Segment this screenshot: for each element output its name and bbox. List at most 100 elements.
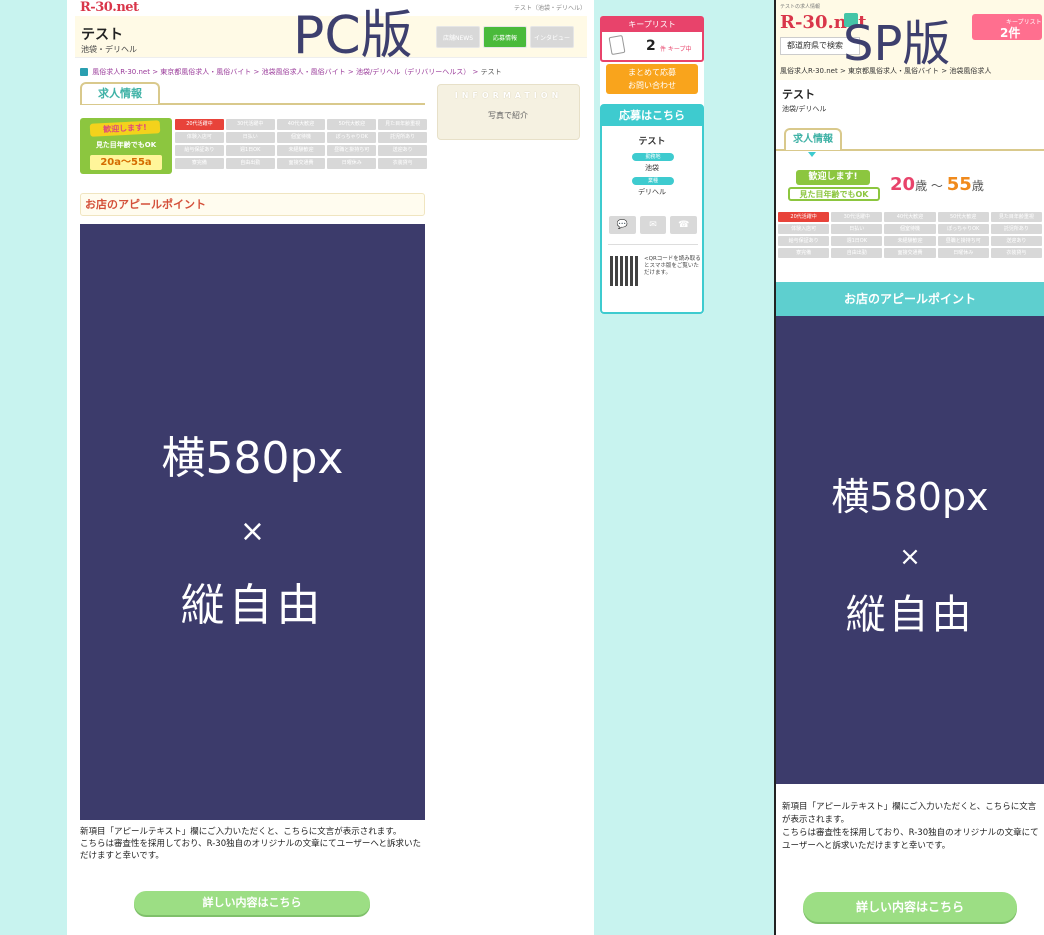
phone-icon[interactable]: ☎ [670,216,698,234]
information-title: INFORMATION [454,91,563,100]
feature-tag: 自由出勤 [225,158,275,169]
sp-details-button[interactable]: 詳しい内容はこちら [803,892,1017,922]
site-logo[interactable]: R-30.net [80,0,139,15]
shop-subtitle: 池袋・デリヘル [81,45,137,54]
feature-tag: 給与保証あり [175,145,224,156]
pc-sidebar: キープリスト 2 件 キープ中 まとめて応募 お問い合わせ 応募はこちら テスト… [600,16,704,314]
tab-application-info[interactable]: 応募情報 [483,26,527,48]
feature-tag: 寮完備 [778,248,830,258]
keep-list-label: キープリスト [602,18,702,32]
feature-tag: 日曜休み [327,158,377,169]
area-label: 勤務地 [632,153,674,161]
feature-tag: 未経験歓迎 [884,236,936,246]
bulk-apply-line1: まとめて応募 [628,68,676,77]
clipboard-icon [608,34,626,56]
age-from: 20 [890,174,916,195]
appeal-heading: お店のアピールポイント [80,193,425,216]
feature-tag: 面接交通費 [884,248,936,258]
divider [608,244,698,245]
pc-preview: R-30.net テスト（池袋・デリヘル） テスト 池袋・デリヘル 店舗NEWS… [67,0,594,935]
apply-box: 応募はこちら テスト 勤務地 池袋 業種 デリヘル 💬 ✉ ☎ <QRコードを読… [600,104,704,314]
sp-keep-count: 2件 [1000,26,1021,40]
feature-tag: 個室待機 [884,224,936,234]
age-to: 55 [946,174,972,195]
apply-title: 応募はこちら [602,106,702,126]
feature-tag: 30代活躍中 [225,119,275,130]
bulk-apply-button[interactable]: まとめて応募 お問い合わせ [606,64,698,94]
feature-tag: 送迎あり [990,236,1042,246]
feature-tag: 面接交通費 [276,158,326,169]
sp-preview: テストの求人情報 R-30.net 都道府県で検索 キープリスト 2件 風俗求人… [776,0,1044,935]
sp-shop-subtitle: 池袋/デリヘル [782,105,827,113]
feature-tag: 昼職と掛持ち可 [327,145,377,156]
feature-tag: 週1日OK [225,145,275,156]
sp-top-line: テストの求人情報 [780,4,821,10]
sp-appeal-image-placeholder: 横580px × 縦自由 [776,316,1044,784]
keep-list-box[interactable]: キープリスト 2 件 キープ中 [600,16,704,62]
feature-tag: ぽっちゃりOK [327,132,377,143]
breadcrumb-link[interactable]: 東京都風俗求人・風俗バイト [160,68,251,76]
shop-title: テスト [81,27,123,43]
breadcrumb: 風俗求人R-30.net > 東京都風俗求人・風俗バイト > 池袋風俗求人・風俗… [80,67,502,77]
welcome-banner: 歓迎します! 見た目年齢でもOK 20a～55a [80,118,172,174]
feature-tag: 日曜休み [937,248,989,258]
line-icon[interactable]: 💬 [609,216,636,234]
age-to-unit: 歳 [971,179,984,193]
age-separator: ～ [930,179,943,193]
feature-tag: 20代活躍中 [778,212,830,222]
feature-tag: 見た目年齢重視 [378,119,427,130]
tab-shop-news[interactable]: 店舗NEWS [436,26,480,48]
placeholder-height: 縦自由 [845,592,975,638]
welcome-ages: 20a～55a [90,155,162,170]
feature-tag: 昼職と掛持ち可 [937,236,989,246]
feature-tag: 自由出勤 [831,248,883,258]
feature-tag: 50代大歓迎 [327,119,377,130]
tab-pointer-icon [808,152,816,157]
breadcrumb-link[interactable]: 池袋/デリヘル（デリバリーヘルス） [356,68,470,76]
welcome-ribbon: 歓迎します! [89,120,161,137]
placeholder-times: × [239,514,266,549]
contact-buttons: 💬 ✉ ☎ [609,216,698,234]
apply-shop-name: テスト [638,137,666,147]
type-value: デリヘル [638,188,666,196]
feature-tag: 託児所あり [378,132,427,143]
type-label: 業種 [632,177,674,185]
placeholder-height: 縦自由 [180,580,325,631]
feature-tag: 送迎あり [378,145,427,156]
feature-tag: 個室待機 [276,132,326,143]
feature-tag: 40代大歓迎 [884,212,936,222]
sp-shop-title: テスト [782,88,815,101]
information-box: INFORMATION 写真で紹介 [437,84,580,140]
feature-tags: 20代活躍中 30代活躍中 40代大歓迎 50代大歓迎 見た目年齢重視 体験入店可 日払い個… [175,119,427,169]
placeholder-width: 横580px [831,475,989,519]
feature-tag: 衣装貸与 [990,248,1042,258]
qr-code-icon [610,256,640,286]
photo-intro-link[interactable]: 写真で紹介 [458,109,558,123]
placeholder-times: × [899,542,921,572]
bulk-apply-line2: お問い合わせ [628,81,676,90]
pc-version-label: PC版 [293,6,413,66]
feature-tag: 未経験歓迎 [276,145,326,156]
appeal-text: 新項目「アピールテキスト」欄にご入力いただくと、こちらに文言が表示されます。 こ… [80,827,422,861]
feature-tag: 体験入店可 [778,224,830,234]
feature-tag: 寮完備 [175,158,224,169]
tab-interview[interactable]: インタビュー [530,26,574,48]
mail-icon[interactable]: ✉ [639,216,667,234]
sp-keep-list[interactable]: キープリスト 2件 [972,14,1042,40]
age-from-unit: 歳 [915,179,928,193]
sp-age-range: 20歳 ～ 55歳 [890,174,984,195]
feature-tag: ぽっちゃりOK [937,224,989,234]
breadcrumb-link[interactable]: 風俗求人R-30.net [92,68,150,76]
area-value: 池袋 [645,164,659,172]
top-link[interactable]: テスト（池袋・デリヘル） [514,3,586,12]
placeholder-width: 横580px [161,433,344,484]
breadcrumb-link[interactable]: 池袋風俗求人・風俗バイト [262,68,346,76]
sp-welcome-ribbon: 歓迎します! [796,170,870,185]
details-button[interactable]: 詳しい内容はこちら [134,891,370,915]
tab-jobs[interactable]: 求人情報 [80,82,160,104]
feature-tag: 50代大歓迎 [937,212,989,222]
sp-tab-jobs[interactable]: 求人情報 [784,128,842,150]
feature-tag: 託児所あり [990,224,1042,234]
keep-unit: 件 キープ中 [660,46,692,53]
feature-tag: 体験入店可 [175,132,224,143]
